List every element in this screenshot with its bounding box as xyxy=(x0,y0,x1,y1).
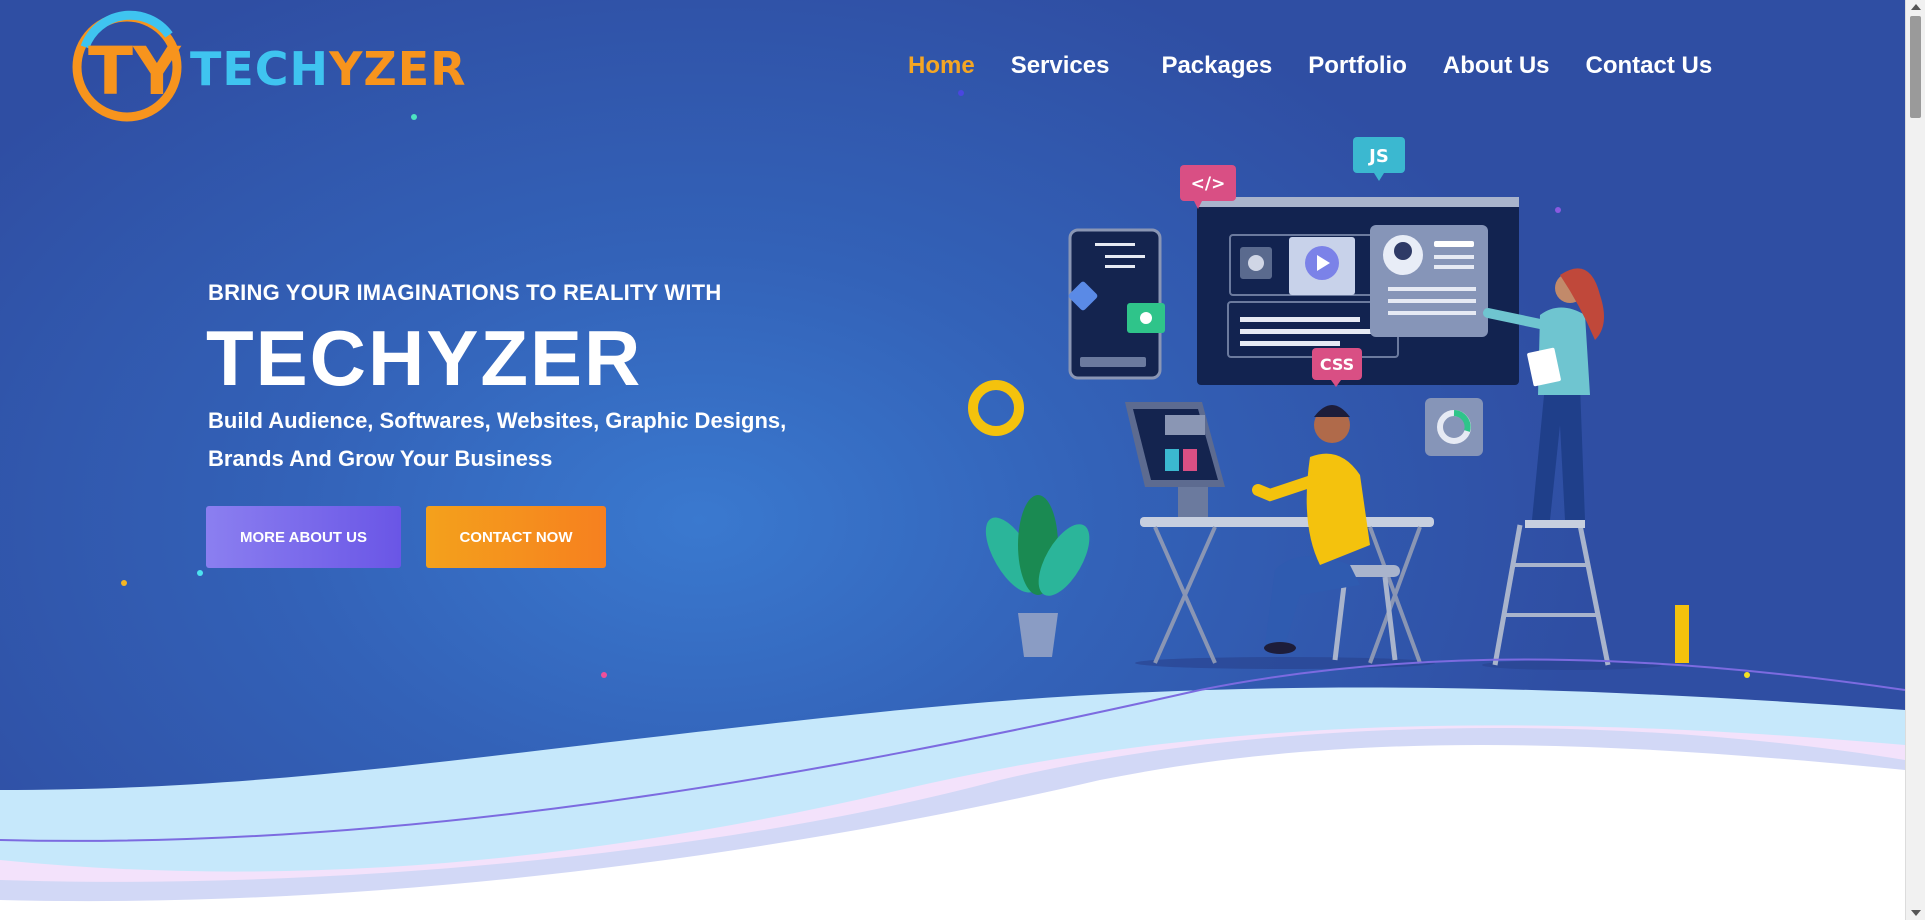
logo-emblem-icon: TY xyxy=(72,10,182,122)
hero-headline: TECHYZER xyxy=(206,314,643,402)
decor-dot xyxy=(121,580,127,586)
js-tag-label: JS xyxy=(1367,146,1389,167)
nav-about-us[interactable]: About Us xyxy=(1443,52,1550,80)
scroll-down-icon[interactable] xyxy=(1911,910,1921,916)
decor-dot xyxy=(197,570,203,576)
nav-contact-us[interactable]: Contact Us xyxy=(1586,52,1713,80)
hero-section: TY TECHYZER Home Services Packages Portf… xyxy=(0,0,1905,920)
hero-subtext-line1: Build Audience, Softwares, Websites, Gra… xyxy=(208,408,787,433)
contact-now-button[interactable]: CONTACT NOW xyxy=(426,506,606,568)
decor-dot xyxy=(958,90,964,96)
hero-subtext-line2: Brands And Grow Your Business xyxy=(208,446,553,471)
page-scrollbar[interactable] xyxy=(1905,0,1925,920)
brand-name-part1: TECH xyxy=(190,42,330,96)
hero-tagline: BRING YOUR IMAGINATIONS TO REALITY WITH xyxy=(208,280,722,305)
more-about-us-button[interactable]: MORE ABOUT US xyxy=(206,506,401,568)
decor-dot xyxy=(411,114,417,120)
hero-wave-divider xyxy=(0,658,1905,920)
css-tag-label: CSS xyxy=(1320,355,1354,374)
nav-portfolio[interactable]: Portfolio xyxy=(1308,52,1407,80)
brand-name-part2: YZER xyxy=(329,42,467,96)
developers-illustration: </> JS CSS xyxy=(968,137,1689,670)
brand-name: TECHYZER xyxy=(190,42,467,96)
scrollbar-thumb[interactable] xyxy=(1910,16,1921,118)
code-tag-label: </> xyxy=(1191,174,1226,194)
main-nav: Home Services Packages Portfolio About U… xyxy=(908,52,1748,80)
scroll-up-icon[interactable] xyxy=(1911,4,1921,10)
hero-subtext: Build Audience, Softwares, Websites, Gra… xyxy=(208,402,828,478)
logo-initial-t: TY xyxy=(88,33,182,110)
nav-packages[interactable]: Packages xyxy=(1161,52,1272,80)
brand-logo[interactable]: TY TECHYZER xyxy=(70,10,466,125)
nav-home[interactable]: Home xyxy=(908,52,975,80)
nav-services[interactable]: Services xyxy=(1011,52,1110,80)
